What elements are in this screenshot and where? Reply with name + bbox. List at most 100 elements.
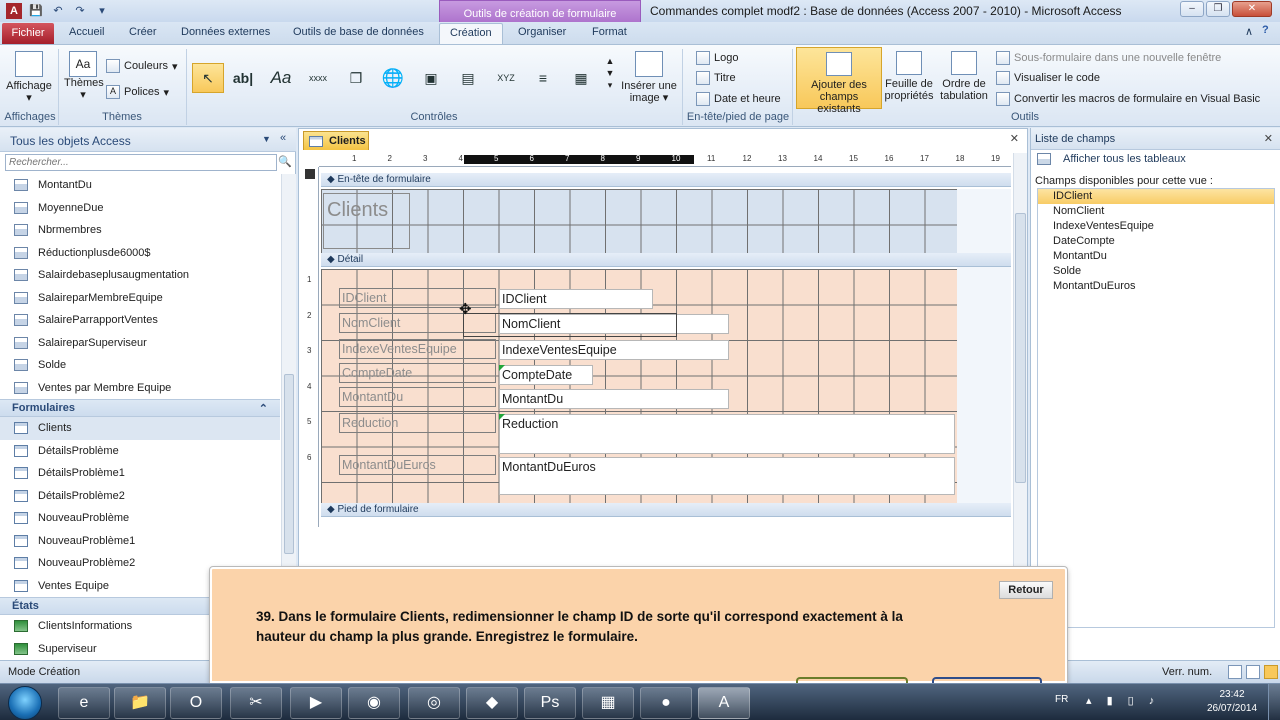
field-item[interactable]: Solde: [1038, 264, 1274, 279]
tab-accueil[interactable]: Accueil: [69, 26, 104, 38]
combo-box-icon[interactable]: ▦: [565, 63, 597, 93]
chrome-icon[interactable]: ◎: [408, 687, 460, 719]
nav-item-query[interactable]: Réductionplusde6000$: [0, 242, 280, 265]
affichage-button[interactable]: Affichage ▾: [6, 51, 52, 104]
nav-item-form[interactable]: Clients: [0, 417, 280, 440]
nav-item-query[interactable]: SalaireParrapportVentes: [0, 309, 280, 332]
tab-donnees-externes[interactable]: Données externes: [181, 26, 270, 38]
nav-item-query[interactable]: Ventes par Membre Equipe: [0, 377, 280, 400]
dvd-icon[interactable]: ◉: [348, 687, 400, 719]
label-montantdu[interactable]: MontantDu: [339, 387, 496, 407]
scroll-thumb[interactable]: [1015, 213, 1026, 483]
tab-creer[interactable]: Créer: [129, 26, 157, 38]
option-group-icon[interactable]: XYZ: [490, 63, 522, 93]
show-desktop-button[interactable]: [1268, 684, 1280, 720]
help-icon[interactable]: ?: [1262, 24, 1269, 36]
file-explorer-icon[interactable]: 📁: [114, 687, 166, 719]
textbox-indexeventesequipe[interactable]: IndexeVentesEquipe: [499, 340, 729, 360]
tab-control-icon[interactable]: ❐: [340, 63, 372, 93]
retour-button[interactable]: Retour: [999, 581, 1053, 599]
textbox-montantdueuros[interactable]: MontantDuEuros: [499, 457, 955, 495]
nav-item-form[interactable]: DétailsProblème: [0, 440, 280, 463]
access-icon[interactable]: A: [6, 3, 22, 19]
nav-item-form[interactable]: DétailsProblème2: [0, 485, 280, 508]
customize-qat-icon[interactable]: ▾: [94, 3, 110, 19]
field-item[interactable]: MontantDu: [1038, 249, 1274, 264]
minimize-button[interactable]: –: [1180, 1, 1204, 17]
themes-button[interactable]: Aa Thèmes ▾: [64, 51, 104, 101]
media-player-icon[interactable]: ▶: [290, 687, 342, 719]
field-item[interactable]: IDClient: [1038, 189, 1274, 204]
page-break-icon[interactable]: ≡: [527, 63, 559, 93]
chevron-down-icon[interactable]: ▼: [262, 134, 271, 144]
language-indicator[interactable]: FR: [1055, 694, 1068, 705]
sous-formulaire-button[interactable]: Sous-formulaire dans une nouvelle fenêtr…: [996, 51, 1221, 65]
field-item[interactable]: DateCompte: [1038, 234, 1274, 249]
label-comptedate[interactable]: CompteDate: [339, 363, 496, 383]
nav-item-query[interactable]: Nbrmembres: [0, 219, 280, 242]
app-icon[interactable]: ◆: [466, 687, 518, 719]
label-indexeventesequipe[interactable]: IndexeVentesEquipe: [339, 339, 496, 359]
outlook-icon[interactable]: O: [170, 687, 222, 719]
label-montantdueuros[interactable]: MontantDuEuros: [339, 455, 496, 475]
nav-section-formulaires[interactable]: Formulaires ⌃: [0, 399, 280, 417]
microsoft-access-icon[interactable]: A: [698, 687, 750, 719]
close-button[interactable]: ✕: [1232, 1, 1272, 17]
label-idclient[interactable]: IDClient: [339, 288, 496, 308]
nav-item-query[interactable]: Solde: [0, 354, 280, 377]
apple-app-icon[interactable]: ●: [640, 687, 692, 719]
layout-view-icon[interactable]: [1246, 665, 1260, 679]
gallery-scroll-icon[interactable]: ▲ ▼ ▾: [605, 55, 615, 91]
nav-item-query[interactable]: Salairdebaseplusaugmentation: [0, 264, 280, 287]
couleurs-button[interactable]: Couleurs ▾: [106, 59, 178, 73]
tab-creation[interactable]: Création: [439, 23, 503, 44]
internet-explorer-icon[interactable]: e: [58, 687, 110, 719]
calendar-321-icon[interactable]: ▦: [582, 687, 634, 719]
section-footer-bar[interactable]: ◆ Pied de formulaire: [321, 503, 1011, 517]
polices-button[interactable]: A Polices ▾: [106, 85, 169, 99]
label-reduction[interactable]: Reduction: [339, 413, 496, 433]
tab-organiser[interactable]: Organiser: [518, 26, 566, 38]
textbox-montantdu[interactable]: MontantDu: [499, 389, 729, 409]
nav-item-form[interactable]: NouveauProblème1: [0, 530, 280, 553]
undo-icon[interactable]: ↶: [50, 3, 66, 19]
nav-item-form[interactable]: NouveauProblème: [0, 507, 280, 530]
restore-button[interactable]: ❐: [1206, 1, 1230, 17]
field-item[interactable]: NomClient: [1038, 204, 1274, 219]
form-title-label[interactable]: Clients: [323, 193, 410, 249]
form-selector[interactable]: [305, 169, 315, 179]
show-all-tables-link[interactable]: Afficher tous les tableaux: [1037, 153, 1186, 165]
tab-format[interactable]: Format: [592, 26, 627, 38]
date-heure-button[interactable]: Date et heure: [696, 92, 781, 106]
nav-item-form[interactable]: DétailsProblème1: [0, 462, 280, 485]
form-view-icon[interactable]: [1228, 665, 1242, 679]
save-icon[interactable]: 💾: [28, 3, 44, 19]
nav-item-query[interactable]: SalaireparSuperviseur: [0, 332, 280, 355]
tab-outils-base-de-donnees[interactable]: Outils de base de données: [293, 26, 424, 38]
redo-icon[interactable]: ↷: [72, 3, 88, 19]
web-browser-icon[interactable]: ▣: [415, 63, 447, 93]
nav-item-query[interactable]: SalaireparMembreEquipe: [0, 287, 280, 310]
document-tab-clients[interactable]: Clients: [303, 131, 369, 150]
hyperlink-icon[interactable]: 🌐: [377, 63, 409, 93]
ordre-tabulation-button[interactable]: Ordre de tabulation: [938, 51, 990, 102]
textbox-idclient[interactable]: IDClient: [499, 289, 653, 309]
clock[interactable]: 23:42 26/07/2014: [1204, 688, 1260, 716]
feuille-proprietes-button[interactable]: Feuille de propriétés: [884, 51, 934, 102]
inserer-image-button[interactable]: Insérer une image ▾: [620, 51, 678, 104]
nav-header[interactable]: Tous les objets Access ▼ «: [0, 128, 296, 152]
header-section-grid[interactable]: [321, 189, 957, 253]
close-icon[interactable]: ✕: [1264, 132, 1273, 145]
document-scrollbar[interactable]: [1013, 153, 1027, 573]
minimize-ribbon-icon[interactable]: ∧: [1245, 25, 1253, 38]
snipping-tool-icon[interactable]: ✂: [230, 687, 282, 719]
section-detail-bar[interactable]: ◆ Détail: [321, 253, 1011, 267]
start-button[interactable]: [8, 686, 42, 720]
search-input[interactable]: [5, 154, 277, 171]
collapse-icon[interactable]: «: [280, 132, 286, 144]
design-view-icon[interactable]: [1264, 665, 1278, 679]
section-header-bar[interactable]: ◆ En-tête de formulaire: [321, 173, 1011, 187]
label-icon[interactable]: Aa: [265, 63, 297, 93]
pointer-icon[interactable]: ↖: [192, 63, 224, 93]
ajouter-champs-button[interactable]: Ajouter des champs existants: [796, 47, 882, 115]
